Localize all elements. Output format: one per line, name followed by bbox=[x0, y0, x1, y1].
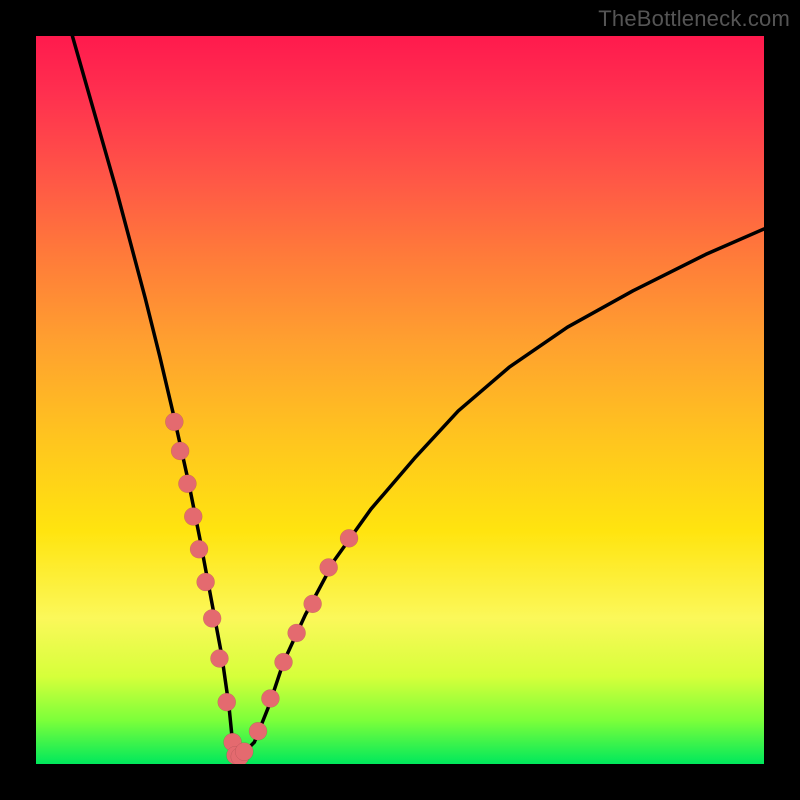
plot-area bbox=[36, 36, 764, 764]
data-marker bbox=[235, 743, 253, 761]
bottleneck-curve bbox=[72, 36, 764, 757]
data-marker bbox=[184, 507, 202, 525]
data-marker bbox=[304, 595, 322, 613]
data-marker bbox=[340, 529, 358, 547]
data-marker bbox=[178, 475, 196, 493]
data-marker bbox=[288, 624, 306, 642]
chart-svg bbox=[36, 36, 764, 764]
chart-frame: TheBottleneck.com bbox=[0, 0, 800, 800]
data-markers bbox=[165, 413, 358, 764]
data-marker bbox=[203, 609, 221, 627]
data-marker bbox=[197, 573, 215, 591]
data-marker bbox=[171, 442, 189, 460]
data-marker bbox=[249, 722, 267, 740]
data-marker bbox=[218, 693, 236, 711]
data-marker bbox=[261, 689, 279, 707]
data-marker bbox=[275, 653, 293, 671]
data-marker bbox=[210, 649, 228, 667]
data-marker bbox=[165, 413, 183, 431]
data-marker bbox=[190, 540, 208, 558]
data-marker bbox=[320, 558, 338, 576]
watermark-label: TheBottleneck.com bbox=[598, 6, 790, 32]
